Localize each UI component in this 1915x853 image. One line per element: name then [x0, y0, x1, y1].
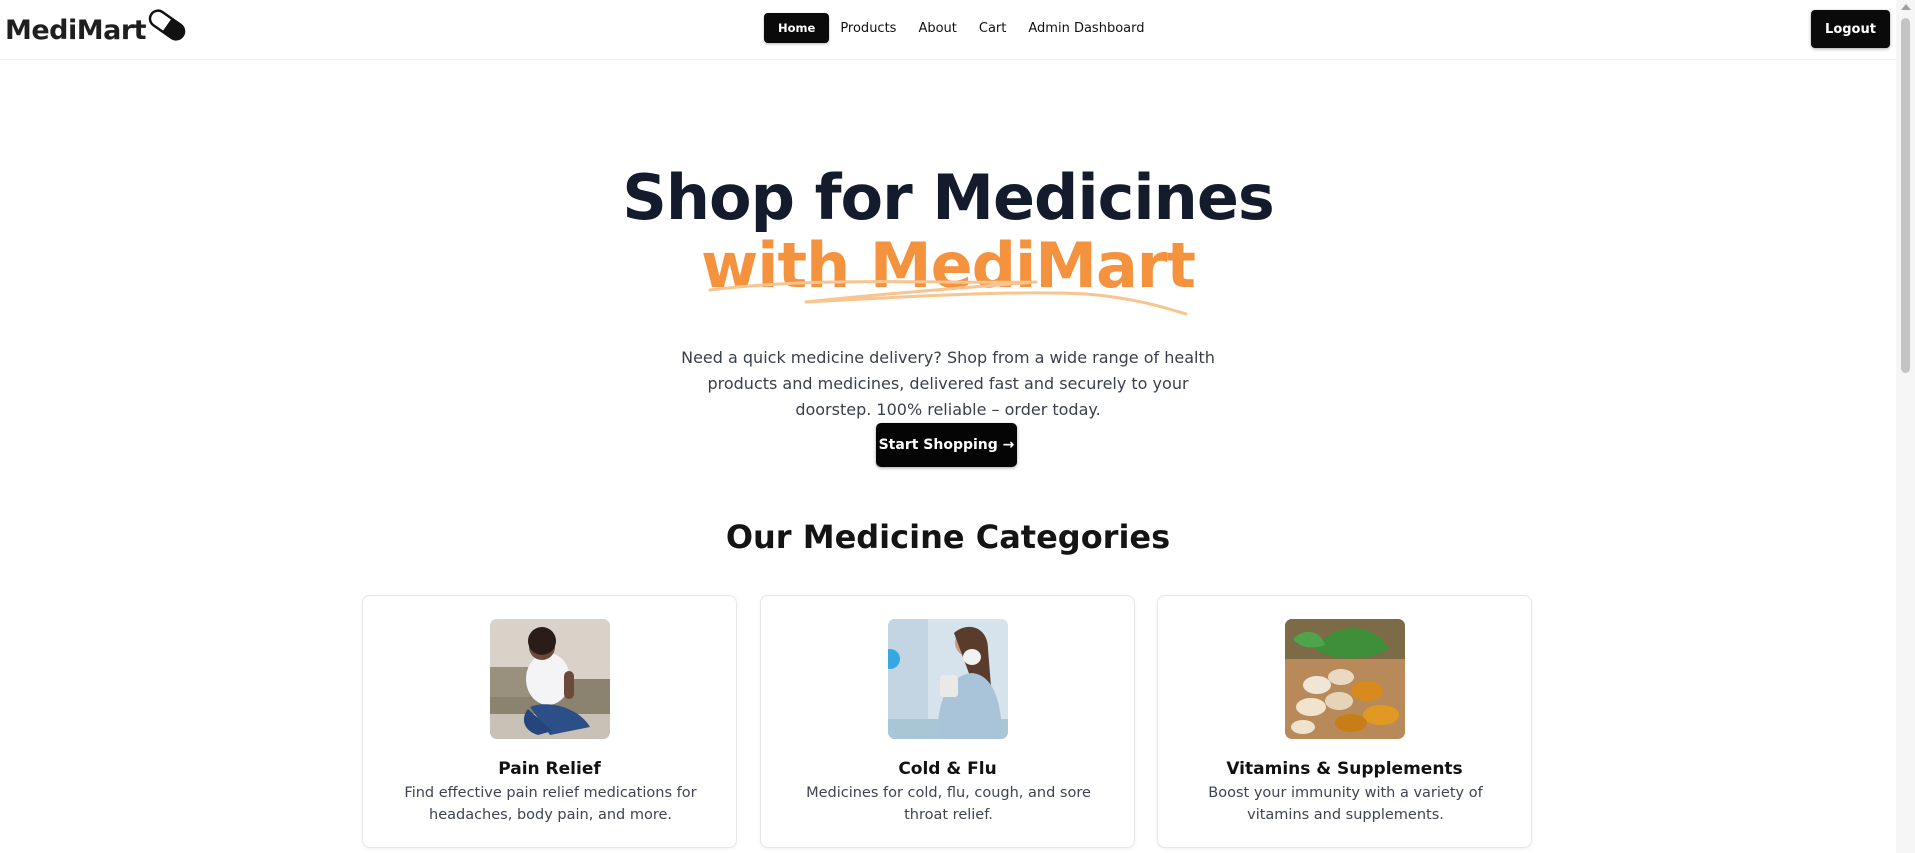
category-description: Boost your immunity with a variety of vi… — [1208, 785, 1483, 823]
category-card-vitamins-supplements[interactable]: Vitamins & Supplements Boost your immuni… — [1157, 595, 1532, 848]
vitamins-image — [1285, 619, 1405, 739]
pain-relief-image — [490, 619, 610, 739]
nav-admin-dashboard[interactable]: Admin Dashboard — [1017, 14, 1155, 43]
hero-title: Shop for Medicines — [622, 161, 1275, 234]
pill-icon — [144, 5, 190, 50]
nav-home[interactable]: Home — [764, 13, 830, 43]
nav-cart[interactable]: Cart — [968, 14, 1018, 43]
hero-description: Need a quick medicine delivery? Shop fro… — [681, 348, 1215, 419]
page-scrollbar[interactable] — [1896, 0, 1915, 853]
scroll-up-icon[interactable] — [1901, 4, 1911, 10]
nav-about[interactable]: About — [907, 14, 967, 43]
logout-button[interactable]: Logout — [1811, 10, 1890, 48]
start-shopping-button[interactable]: Start Shopping → — [876, 423, 1017, 467]
category-card-pain-relief[interactable]: Pain Relief Find effective pain relief m… — [362, 595, 737, 848]
category-card-cold-flu[interactable]: Cold & Flu Medicines for cold, flu, coug… — [760, 595, 1135, 848]
category-description: Find effective pain relief medications f… — [404, 785, 697, 823]
category-description: Medicines for cold, flu, cough, and sore… — [806, 785, 1091, 823]
scribble-underline-icon — [708, 280, 1188, 316]
scroll-thumb[interactable] — [1901, 18, 1910, 373]
category-title: Vitamins & Supplements — [1226, 759, 1463, 779]
main-nav: Home Products About Cart Admin Dashboard — [764, 13, 1155, 43]
categories-heading: Our Medicine Categories — [725, 518, 1171, 556]
category-title: Pain Relief — [498, 759, 601, 779]
cold-flu-image — [888, 619, 1008, 739]
brand-logo[interactable]: MediMart — [5, 9, 190, 50]
brand-name: MediMart — [5, 15, 147, 46]
nav-products[interactable]: Products — [829, 14, 907, 43]
category-title: Cold & Flu — [898, 759, 997, 779]
top-navbar: MediMart Home Products About Cart Admin … — [0, 0, 1896, 60]
